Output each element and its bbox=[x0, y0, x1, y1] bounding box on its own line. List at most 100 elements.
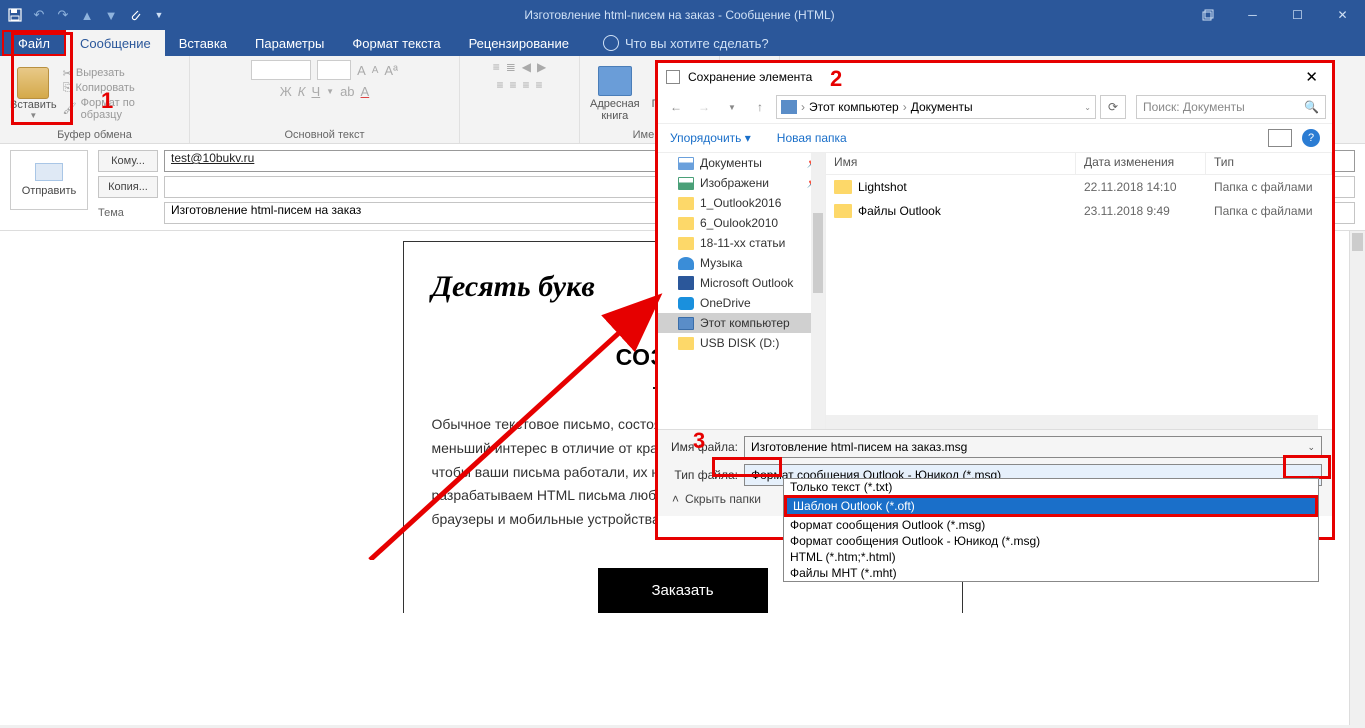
bullets-icon[interactable]: ≡ bbox=[493, 60, 500, 74]
new-folder-button[interactable]: Новая папка bbox=[777, 131, 847, 145]
dialog-close-icon[interactable]: ✕ bbox=[1299, 68, 1324, 86]
group-basic-text: A A Aª Ж К Ч ▼ ab A Основной текст bbox=[190, 56, 460, 143]
sidebar-item[interactable]: Этот компьютер bbox=[658, 313, 825, 333]
file-row[interactable]: Файлы Outlook23.11.2018 9:49Папка с файл… bbox=[826, 199, 1332, 223]
tab-format[interactable]: Формат текста bbox=[338, 30, 454, 56]
back-icon[interactable]: ← bbox=[664, 95, 688, 119]
tell-me-search[interactable]: Что вы хотите сделать? bbox=[603, 30, 769, 56]
col-date[interactable]: Дата изменения bbox=[1076, 153, 1206, 174]
tab-review[interactable]: Рецензирование bbox=[455, 30, 583, 56]
dialog-toolbar: Упорядочить ▾ Новая папка ? bbox=[658, 123, 1332, 153]
align-left-icon[interactable]: ≡ bbox=[496, 78, 503, 92]
tab-file[interactable]: Файл bbox=[2, 30, 66, 56]
tab-insert[interactable]: Вставка bbox=[165, 30, 241, 56]
minimize-icon[interactable]: ─ bbox=[1230, 0, 1275, 30]
send-button[interactable]: Отправить bbox=[10, 150, 88, 210]
filetype-option[interactable]: Только текст (*.txt) bbox=[784, 479, 1318, 495]
format-painter-button[interactable]: 🖌 Формат по образцу bbox=[63, 97, 179, 121]
sidebar-item[interactable]: 18-11-xx статьи bbox=[658, 233, 825, 253]
sidebar-scrollbar[interactable] bbox=[811, 153, 825, 429]
folder-icon bbox=[834, 180, 852, 194]
redo-icon[interactable]: ↷ bbox=[52, 4, 74, 26]
align-center-icon[interactable]: ≡ bbox=[509, 78, 516, 92]
indent-icon[interactable]: ▶ bbox=[537, 60, 546, 74]
underline-icon[interactable]: Ч bbox=[311, 84, 320, 99]
address-book-button[interactable]: Адресная книга bbox=[590, 66, 640, 122]
folder-icon bbox=[678, 197, 694, 210]
envelope-icon bbox=[35, 163, 63, 181]
outdent-icon[interactable]: ◀ bbox=[522, 60, 531, 74]
tab-options[interactable]: Параметры bbox=[241, 30, 338, 56]
sidebar-item[interactable]: USB DISK (D:) bbox=[658, 333, 825, 353]
sidebar-item[interactable]: OneDrive bbox=[658, 293, 825, 313]
file-row[interactable]: Lightshot22.11.2018 14:10Папка с файлами bbox=[826, 175, 1332, 199]
italic-icon[interactable]: К bbox=[298, 84, 306, 99]
list-h-scrollbar[interactable] bbox=[826, 415, 1318, 429]
breadcrumb[interactable]: › Этот компьютер › Документы ⌄ bbox=[776, 95, 1096, 119]
help-icon[interactable]: ? bbox=[1302, 129, 1320, 147]
filetype-option[interactable]: Формат сообщения Outlook (*.msg) bbox=[784, 517, 1318, 533]
attach-icon[interactable] bbox=[124, 4, 146, 26]
folder-icon bbox=[678, 157, 694, 170]
organize-menu[interactable]: Упорядочить ▾ bbox=[670, 131, 751, 145]
dialog-titlebar: Сохранение элемента ✕ bbox=[658, 63, 1332, 91]
recent-icon[interactable]: ▼ bbox=[720, 95, 744, 119]
view-icon[interactable] bbox=[1268, 129, 1292, 147]
increase-font-icon[interactable]: A bbox=[357, 63, 366, 78]
tab-message[interactable]: Сообщение bbox=[66, 30, 165, 56]
forward-icon[interactable]: → bbox=[692, 95, 716, 119]
filetype-option[interactable]: Файлы MHT (*.mht) bbox=[784, 565, 1318, 581]
filetype-option[interactable]: Формат сообщения Outlook - Юникод (*.msg… bbox=[784, 533, 1318, 549]
group-paragraph: ≡ ≣ ◀ ▶ ≡ ≡ ≡ ≡ bbox=[460, 56, 580, 143]
undo-icon[interactable]: ↶ bbox=[28, 4, 50, 26]
cut-button[interactable]: ✂ Вырезать bbox=[63, 67, 179, 80]
annotation-num-1: 1 bbox=[101, 88, 113, 114]
font-size-combo[interactable] bbox=[317, 60, 351, 80]
prev-icon[interactable]: ▲ bbox=[76, 4, 98, 26]
filename-input[interactable]: Изготовление html-писем на заказ.msg ⌄ bbox=[744, 436, 1322, 458]
folder-icon bbox=[678, 177, 694, 190]
basictext-label: Основной текст bbox=[200, 127, 449, 141]
filetype-option[interactable]: HTML (*.htm;*.html) bbox=[784, 549, 1318, 565]
folder-icon bbox=[678, 297, 694, 310]
next-icon[interactable]: ▼ bbox=[100, 4, 122, 26]
window-controls: ─ ☐ ✕ bbox=[1185, 0, 1365, 30]
dialog-sidebar: Документы📌Изображени📌1_Outlook20166_Oulo… bbox=[658, 153, 826, 429]
dialog-nav: ← → ▼ ↑ › Этот компьютер › Документы ⌄ ⟳… bbox=[658, 91, 1332, 123]
dialog-title: Сохранение элемента bbox=[688, 70, 812, 84]
font-family-combo[interactable] bbox=[251, 60, 311, 80]
filetype-option[interactable]: Шаблон Outlook (*.oft) bbox=[784, 495, 1318, 517]
clear-format-icon[interactable]: Aª bbox=[384, 63, 397, 78]
refresh-icon[interactable]: ⟳ bbox=[1100, 95, 1126, 119]
restore-up-icon[interactable] bbox=[1185, 0, 1230, 30]
up-icon[interactable]: ↑ bbox=[748, 95, 772, 119]
font-color-icon[interactable]: A bbox=[361, 84, 370, 99]
strike-icon[interactable]: ▼ bbox=[326, 87, 334, 96]
sidebar-item[interactable]: 6_Oulook2010 bbox=[658, 213, 825, 233]
sidebar-item[interactable]: 1_Outlook2016 bbox=[658, 193, 825, 213]
maximize-icon[interactable]: ☐ bbox=[1275, 0, 1320, 30]
justify-icon[interactable]: ≡ bbox=[536, 78, 543, 92]
sidebar-item[interactable]: Документы📌 bbox=[658, 153, 825, 173]
col-name[interactable]: Имя bbox=[826, 153, 1076, 174]
bold-icon[interactable]: Ж bbox=[280, 84, 292, 99]
address-book-icon bbox=[598, 66, 632, 96]
sidebar-item[interactable]: Microsoft Outlook bbox=[658, 273, 825, 293]
to-button[interactable]: Кому... bbox=[98, 150, 158, 172]
order-button[interactable]: Заказать bbox=[598, 568, 768, 613]
col-type[interactable]: Тип bbox=[1206, 153, 1332, 174]
align-right-icon[interactable]: ≡ bbox=[523, 78, 530, 92]
decrease-font-icon[interactable]: A bbox=[372, 65, 379, 76]
sidebar-item[interactable]: Музыка bbox=[658, 253, 825, 273]
close-icon[interactable]: ✕ bbox=[1320, 0, 1365, 30]
numbers-icon[interactable]: ≣ bbox=[506, 60, 516, 74]
sidebar-item[interactable]: Изображени📌 bbox=[658, 173, 825, 193]
body-scrollbar[interactable] bbox=[1349, 231, 1365, 725]
paste-button[interactable]: Вставить ▼ bbox=[10, 67, 57, 120]
copy-button[interactable]: ⎘ Копировать bbox=[63, 82, 179, 95]
save-icon[interactable] bbox=[4, 4, 26, 26]
cc-button[interactable]: Копия... bbox=[98, 176, 158, 198]
qat-dropdown-icon[interactable]: ▼ bbox=[148, 4, 170, 26]
highlight-icon[interactable]: ab bbox=[340, 84, 354, 99]
search-field[interactable]: Поиск: Документы 🔍 bbox=[1136, 95, 1326, 119]
